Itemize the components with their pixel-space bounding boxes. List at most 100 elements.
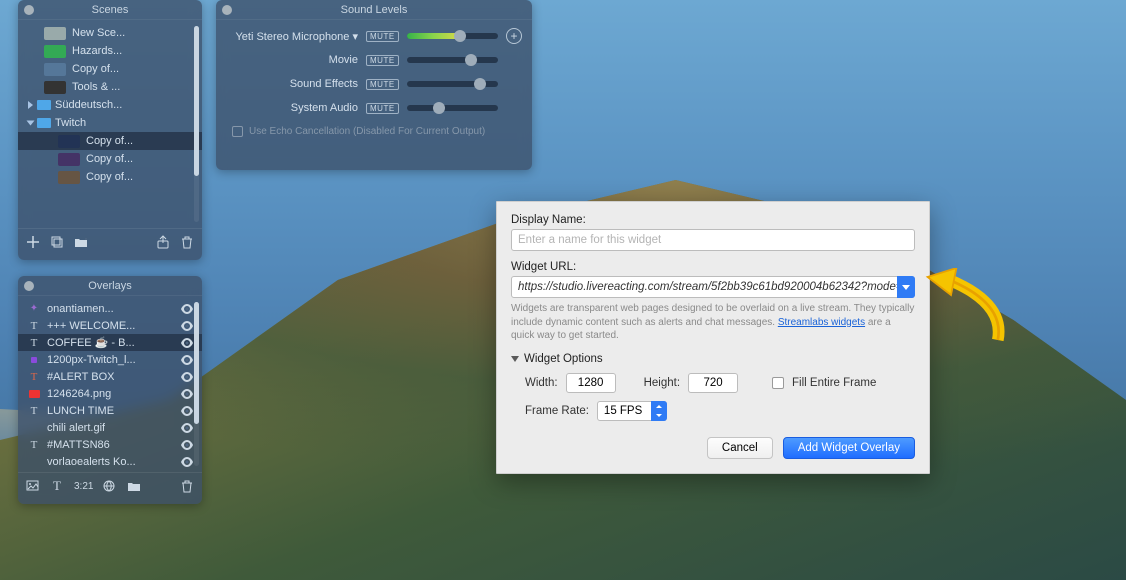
sound-source-label: System Audio	[226, 102, 358, 114]
overlay-item[interactable]: T +++ WELCOME...	[18, 317, 202, 334]
scene-thumb	[44, 63, 66, 76]
overlay-item[interactable]: chili alert.gif	[18, 419, 202, 436]
volume-knob[interactable]	[474, 78, 486, 90]
scenes-scrollbar-thumb[interactable]	[194, 26, 199, 176]
text-add-icon[interactable]: T	[50, 479, 64, 493]
scene-thumb	[44, 81, 66, 94]
add-icon[interactable]	[26, 235, 40, 249]
overlay-item[interactable]: ✦onantiamen...	[18, 300, 202, 317]
overlay-item[interactable]: T#MATTSN86	[18, 436, 202, 453]
folder-label: Twitch	[55, 117, 86, 129]
disclosure-triangle-icon	[511, 356, 519, 362]
width-label: Width:	[525, 377, 558, 389]
scene-label: Copy of...	[72, 63, 119, 75]
volume-slider[interactable]	[407, 105, 498, 111]
overlay-item[interactable]: T#ALERT BOX	[18, 368, 202, 385]
display-name-label: Display Name:	[511, 214, 915, 226]
sound-level-row: Movie MUTE	[216, 48, 532, 72]
echo-checkbox[interactable]	[232, 126, 243, 137]
volume-knob[interactable]	[454, 30, 466, 42]
scenes-list: New Sce...Hazards... Copy of... Tools & ..…	[18, 20, 202, 228]
scene-thumb	[44, 45, 66, 58]
new-folder-icon[interactable]	[74, 235, 88, 249]
volume-slider[interactable]	[407, 57, 498, 63]
add-source-button[interactable]: +	[506, 28, 522, 44]
duration-label: 3:21	[74, 479, 93, 493]
display-name-input[interactable]	[511, 229, 915, 251]
visibility-toggle[interactable]	[180, 355, 194, 365]
height-input[interactable]	[688, 373, 738, 393]
widget-url-dropdown[interactable]	[897, 276, 915, 298]
duplicate-icon[interactable]	[50, 235, 64, 249]
sound-level-row: System Audio MUTE	[216, 96, 532, 120]
visibility-toggle[interactable]	[180, 372, 194, 382]
overlay-label: 1200px-Twitch_l...	[47, 354, 136, 366]
scene-item[interactable]: Copy of...	[18, 168, 202, 186]
cancel-button[interactable]: Cancel	[707, 437, 773, 459]
close-icon[interactable]	[24, 5, 34, 15]
close-icon[interactable]	[222, 5, 232, 15]
width-input[interactable]	[566, 373, 616, 393]
folder-icon	[37, 100, 51, 110]
trash-icon[interactable]	[180, 479, 194, 493]
widget-options-label: Widget Options	[524, 353, 603, 365]
image-add-icon[interactable]	[26, 479, 40, 493]
share-icon[interactable]	[156, 235, 170, 249]
volume-knob[interactable]	[465, 54, 477, 66]
widget-options-toggle[interactable]: Widget Options	[511, 353, 915, 365]
mute-button[interactable]: MUTE	[366, 31, 399, 42]
mute-button[interactable]: MUTE	[366, 79, 399, 90]
overlay-label: 1246264.png	[47, 388, 111, 400]
overlays-list: ✦onantiamen... T +++ WELCOME... TCOFFEE ☕ -…	[18, 296, 202, 472]
volume-knob[interactable]	[433, 102, 445, 114]
scene-label: Copy of...	[86, 171, 133, 183]
mute-button[interactable]: MUTE	[366, 55, 399, 66]
add-widget-dialog: Display Name: Widget URL: Widgets are tr…	[496, 201, 930, 474]
volume-fill	[407, 33, 460, 39]
volume-slider[interactable]	[407, 33, 498, 39]
overlay-label: chili alert.gif	[47, 422, 105, 434]
sound-title: Sound Levels	[341, 4, 408, 16]
scene-item[interactable]: Tools & ...	[18, 78, 202, 96]
scene-item[interactable]: Hazards...	[18, 42, 202, 60]
visibility-toggle[interactable]	[180, 457, 194, 467]
overlay-item[interactable]: TCOFFEE ☕ - B...	[18, 334, 202, 351]
widget-url-input[interactable]	[511, 276, 915, 298]
trash-icon[interactable]	[180, 235, 194, 249]
mute-button[interactable]: MUTE	[366, 103, 399, 114]
sound-source-label: Movie	[226, 54, 358, 66]
scene-folder[interactable]: Süddeutsch...	[18, 96, 202, 114]
fill-frame-checkbox[interactable]	[772, 377, 784, 389]
scene-item[interactable]: Copy of...	[18, 132, 202, 150]
scene-item[interactable]: Copy of...	[18, 60, 202, 78]
visibility-toggle[interactable]	[180, 423, 194, 433]
scene-item[interactable]: Copy of...	[18, 150, 202, 168]
dot-icon	[28, 357, 40, 363]
scene-thumb	[44, 27, 66, 40]
overlay-item[interactable]: 1246264.png	[18, 385, 202, 402]
new-folder-icon[interactable]	[127, 479, 141, 493]
close-icon[interactable]	[24, 281, 34, 291]
echo-label: Use Echo Cancellation (Disabled For Curr…	[249, 126, 485, 137]
visibility-toggle[interactable]	[180, 304, 194, 314]
text-icon: T	[28, 320, 40, 332]
overlays-scrollbar-thumb[interactable]	[194, 302, 199, 424]
visibility-toggle[interactable]	[180, 389, 194, 399]
misc-icon: ✦	[28, 303, 40, 314]
add-widget-button[interactable]: Add Widget Overlay	[783, 437, 915, 459]
volume-slider[interactable]	[407, 81, 498, 87]
overlay-label: +++ WELCOME...	[47, 320, 135, 332]
overlay-item[interactable]: TLUNCH TIME	[18, 402, 202, 419]
scene-folder[interactable]: Twitch	[18, 114, 202, 132]
streamlabs-link[interactable]: Streamlabs widgets	[778, 317, 865, 328]
visibility-toggle[interactable]	[180, 440, 194, 450]
overlay-item[interactable]: 1200px-Twitch_l...	[18, 351, 202, 368]
globe-add-icon[interactable]	[103, 479, 117, 493]
visibility-toggle[interactable]	[180, 321, 194, 331]
scene-item[interactable]: New Sce...	[18, 24, 202, 42]
visibility-toggle[interactable]	[180, 406, 194, 416]
framerate-stepper-icon[interactable]	[651, 401, 667, 421]
sound-source-label: Sound Effects	[226, 78, 358, 90]
visibility-toggle[interactable]	[180, 338, 194, 348]
overlay-item[interactable]: vorlaoealerts Ko...	[18, 453, 202, 470]
